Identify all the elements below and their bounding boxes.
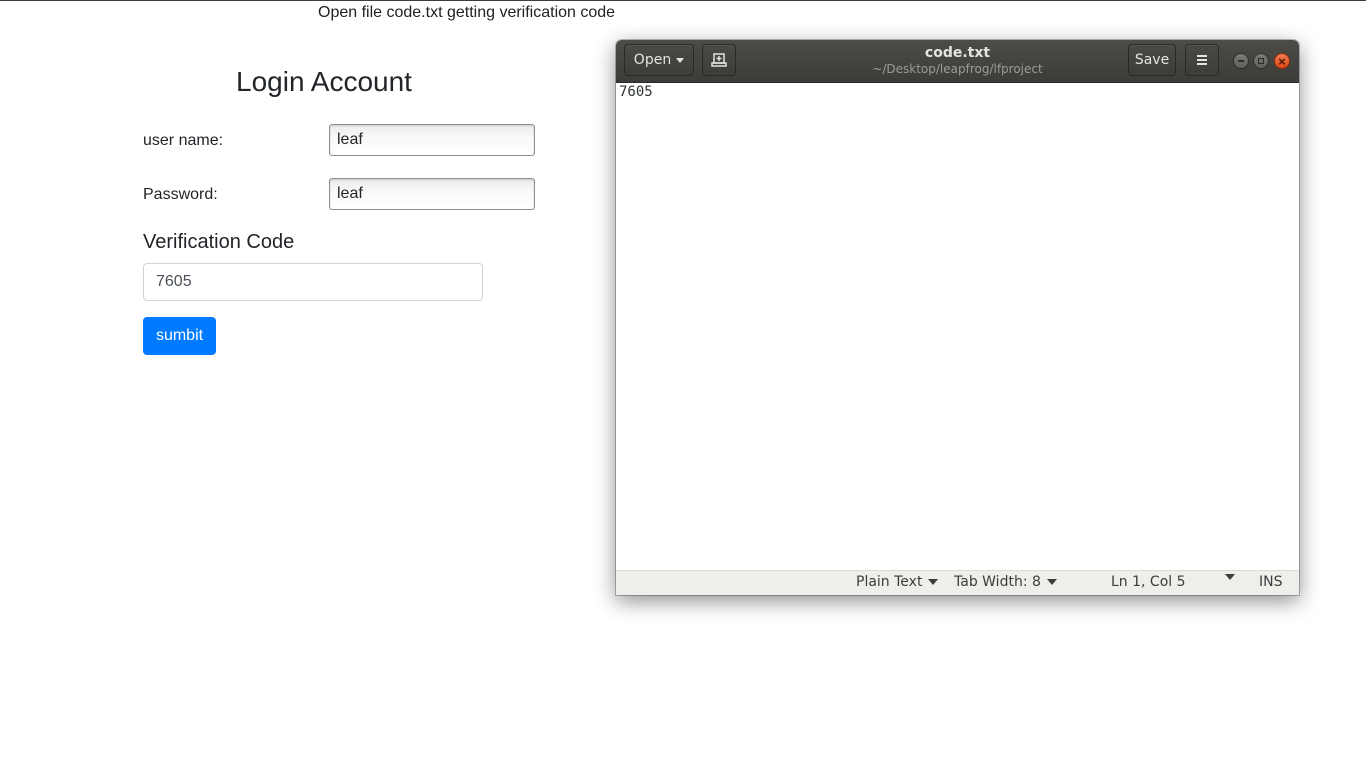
new-document-button[interactable]	[702, 44, 736, 76]
open-button-label: Open	[633, 52, 672, 68]
gedit-window: Open code.txt ~/Desktop/leapfrog/lfproje…	[616, 40, 1299, 595]
chevron-down-icon	[1046, 579, 1057, 585]
tab-width-selector[interactable]: Tab Width: 8	[954, 574, 1057, 590]
insert-mode-indicator: INS	[1259, 574, 1283, 590]
maximize-icon	[1258, 58, 1264, 64]
save-button[interactable]: Save	[1128, 44, 1176, 76]
close-button[interactable]: ×	[1274, 53, 1290, 69]
menu-button[interactable]	[1185, 44, 1219, 76]
maximize-button[interactable]	[1253, 53, 1269, 69]
chevron-down-icon	[676, 57, 685, 63]
language-selector[interactable]: Plain Text	[856, 574, 939, 590]
username-label: user name:	[143, 132, 224, 149]
save-button-label: Save	[1134, 52, 1170, 68]
status-bar: Plain Text Tab Width: 8 Ln 1, Col 5 INS	[616, 570, 1299, 595]
cursor-position[interactable]: Ln 1, Col 5	[1111, 574, 1186, 590]
chevron-down-icon	[928, 579, 939, 585]
password-input[interactable]	[329, 178, 535, 210]
username-input[interactable]	[329, 124, 535, 156]
open-button[interactable]: Open	[624, 44, 694, 76]
submit-button[interactable]: sumbit	[143, 317, 216, 355]
window-title: code.txt	[924, 45, 991, 61]
cursor-position-label: Ln 1, Col 5	[1111, 574, 1186, 590]
instruction-text: Open file code.txt getting verification …	[318, 4, 616, 21]
hamburger-menu-icon	[1197, 53, 1207, 67]
minimize-icon	[1238, 60, 1244, 62]
insert-mode-label: INS	[1259, 574, 1283, 590]
window-subtitle: ~/Desktop/leapfrog/lfproject	[872, 62, 1043, 76]
tab-width-label: Tab Width: 8	[954, 574, 1041, 590]
login-title: Login Account	[236, 66, 412, 97]
window-title-area: code.txt ~/Desktop/leapfrog/lfproject	[816, 45, 1099, 76]
text-editor-area[interactable]: 7605	[616, 83, 1299, 570]
language-label: Plain Text	[856, 574, 923, 590]
verification-code-heading: Verification Code	[143, 231, 295, 253]
top-border	[0, 0, 1366, 1]
chevron-down-icon	[1225, 574, 1235, 580]
new-document-icon	[711, 53, 727, 67]
window-headerbar[interactable]: Open code.txt ~/Desktop/leapfrog/lfproje…	[616, 40, 1299, 83]
close-icon: ×	[1277, 54, 1287, 68]
verification-code-input[interactable]	[143, 263, 483, 301]
position-dropdown[interactable]	[1219, 574, 1235, 580]
minimize-button[interactable]	[1233, 53, 1249, 69]
password-label: Password:	[143, 186, 218, 203]
